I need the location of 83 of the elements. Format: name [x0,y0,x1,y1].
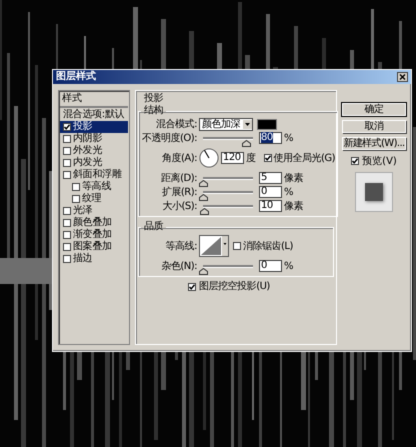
window-title: 图层样式 [56,71,96,83]
checkbox-icon[interactable] [63,255,71,263]
checkbox-label: 消除锯齿(L) [243,240,293,253]
style-label: 颜色叠加 [73,217,112,228]
color-swatch[interactable] [257,118,277,130]
dialog-button[interactable]: 新建样式(W)... [342,137,406,150]
value-input[interactable]: 80 [259,132,282,144]
close-icon[interactable] [397,72,408,82]
checkbox-icon[interactable] [63,231,71,239]
field-label: 角度(A): [160,152,197,165]
checkbox-icon[interactable] [63,123,71,131]
checkbox-icon[interactable] [72,183,80,191]
caret-icon [243,120,252,128]
value-input[interactable]: 0 [259,260,282,272]
checkbox-icon[interactable] [233,242,241,250]
angle-input[interactable]: 120 [221,152,244,164]
slider-thumb[interactable] [199,180,208,186]
unit-label: % [284,132,294,144]
group-title: 投影 [143,93,164,104]
dialog-button[interactable]: 确定 [342,103,406,116]
style-item[interactable]: 投影 [60,121,128,133]
field-label: 不透明度(O): [141,132,197,145]
checkbox-label: 使用全局光(G) [274,152,336,165]
style-label: 图案叠加 [73,241,112,252]
field-label: 扩展(R): [160,186,197,199]
value-input[interactable]: 0 [259,186,282,198]
value-input[interactable]: 5 [259,172,282,184]
field-label: 等高线: [164,240,197,253]
checkbox-icon[interactable] [63,243,71,251]
value-input[interactable]: 10 [259,200,282,212]
group-title: 品质 [143,221,164,233]
preview-thumbnail [355,172,393,212]
blend-mode-dropdown[interactable]: 颜色加深 [199,118,253,130]
checkbox-icon[interactable] [63,171,71,179]
style-label: 内阴影 [73,133,102,144]
field-label: 大小(S): [161,200,197,213]
style-item[interactable]: 内发光 [60,157,128,169]
group-title: 结构 [143,105,164,117]
contour-picker[interactable] [199,235,229,257]
checkbox-label: 图层挖空投影(U) [199,281,270,293]
style-label: 光泽 [73,205,92,216]
field-label: 杂色(N): [160,260,197,273]
style-item[interactable]: 光泽 [60,205,128,217]
checkbox-icon[interactable] [63,219,71,227]
dialog-button[interactable]: 取消 [342,120,406,133]
checkbox-label: 预览(V) [362,155,397,168]
style-item[interactable]: 内阴影 [60,133,128,145]
unit-label: % [284,186,294,198]
checkbox-icon[interactable] [72,195,80,203]
unit-label: 像素 [284,200,303,213]
style-item[interactable]: 描边 [60,253,128,265]
list-header: 样式 [60,92,128,108]
angle-dial[interactable] [199,148,219,168]
checkbox-icon[interactable] [351,157,360,165]
style-item[interactable]: 等高线 [60,181,128,193]
checkbox-icon[interactable] [63,207,71,215]
unit-label: 像素 [284,172,303,185]
slider-thumb[interactable] [199,268,208,274]
style-item[interactable]: 外发光 [60,145,128,157]
unit-label: 度 [246,152,256,165]
style-label: 斜面和浮雕 [73,169,122,180]
style-item[interactable]: 斜面和浮雕 [60,169,128,181]
slider-thumb[interactable] [199,194,208,200]
style-label: 纹理 [82,193,102,204]
field-label: 混合模式: [155,118,197,131]
style-label: 外发光 [73,145,102,156]
style-item[interactable]: 图案叠加 [60,241,128,253]
style-label: 描边 [73,253,92,265]
checkbox-icon[interactable] [264,154,272,162]
checkbox-icon[interactable] [63,135,71,143]
style-label: 投影 [73,121,92,132]
unit-label: % [284,260,294,272]
slider-thumb[interactable] [200,208,209,214]
style-label: 等高线 [82,181,112,193]
style-label: 内发光 [73,157,102,168]
style-item[interactable]: 渐变叠加 [60,229,128,241]
style-item[interactable]: 颜色叠加 [60,217,128,229]
checkbox-icon[interactable] [188,283,196,291]
style-item[interactable]: 纹理 [60,193,128,205]
style-label: 渐变叠加 [73,229,112,240]
checkbox-icon[interactable] [63,159,71,167]
checkbox-icon[interactable] [63,147,71,155]
field-label: 距离(D): [160,172,197,185]
